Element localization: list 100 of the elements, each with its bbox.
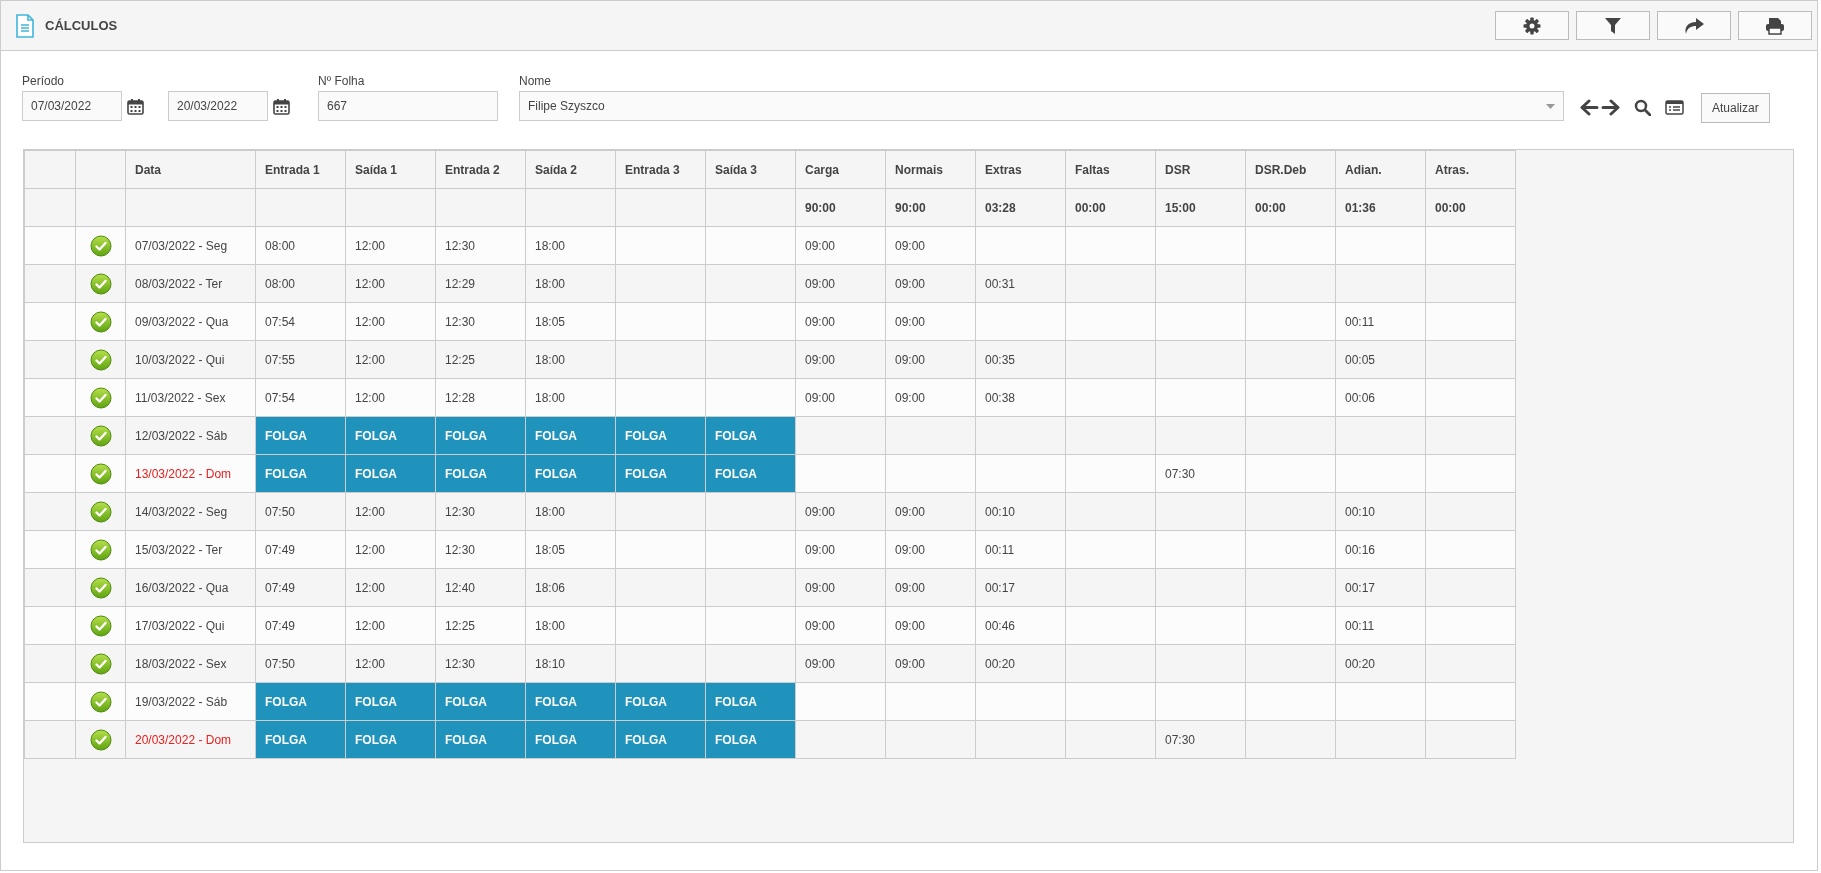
calendar-icon[interactable] bbox=[273, 97, 290, 115]
column-header: Saída 2 bbox=[525, 150, 616, 189]
settings-icon bbox=[1523, 16, 1541, 35]
hours-cell: 09:00 bbox=[885, 226, 976, 265]
total-cell: 90:00 bbox=[885, 188, 976, 227]
column-header: DSR.Deb bbox=[1245, 150, 1336, 189]
hours-cell: 09:00 bbox=[795, 264, 886, 303]
punch-cell: 12:00 bbox=[345, 226, 436, 265]
total-cell: 00:00 bbox=[1425, 188, 1516, 227]
day-off-cell: FOLGA bbox=[615, 454, 706, 493]
date-cell: 15/03/2022 - Ter bbox=[125, 530, 256, 569]
share-button[interactable] bbox=[1657, 11, 1731, 40]
hours-cell: 00:20 bbox=[1335, 644, 1426, 683]
hours-cell: 07:30 bbox=[1155, 454, 1246, 493]
hours-cell: 00:16 bbox=[1335, 530, 1426, 569]
check-circle-icon bbox=[89, 690, 112, 713]
hours-cell: 00:10 bbox=[1335, 492, 1426, 531]
check-circle-icon bbox=[89, 386, 112, 409]
start-date-field[interactable]: 07/03/2022 bbox=[22, 91, 122, 121]
punch-cell: 08:00 bbox=[255, 226, 346, 265]
day-off-cell: FOLGA bbox=[525, 720, 616, 759]
filter-icon bbox=[1604, 16, 1622, 35]
punch-cell: 12:30 bbox=[435, 492, 526, 531]
punch-cell: 18:00 bbox=[525, 226, 616, 265]
day-off-cell: FOLGA bbox=[435, 416, 526, 455]
punch-cell: 12:00 bbox=[345, 378, 436, 417]
date-cell: 14/03/2022 - Seg bbox=[125, 492, 256, 531]
filter-button[interactable] bbox=[1576, 11, 1650, 40]
column-header: Normais bbox=[885, 150, 976, 189]
date-cell: 11/03/2022 - Sex bbox=[125, 378, 256, 417]
punch-cell: 12:29 bbox=[435, 264, 526, 303]
hours-cell: 09:00 bbox=[885, 340, 976, 379]
punch-cell: 18:00 bbox=[525, 340, 616, 379]
hours-cell: 09:00 bbox=[795, 530, 886, 569]
hours-cell: 09:00 bbox=[795, 568, 886, 607]
day-off-cell: FOLGA bbox=[435, 682, 526, 721]
day-off-cell: FOLGA bbox=[705, 720, 796, 759]
day-off-cell: FOLGA bbox=[255, 454, 346, 493]
page-title: CÁLCULOS bbox=[45, 18, 119, 33]
hours-cell: 09:00 bbox=[885, 644, 976, 683]
hours-cell: 09:00 bbox=[795, 226, 886, 265]
punch-cell: 07:50 bbox=[255, 644, 346, 683]
total-cell: 90:00 bbox=[795, 188, 886, 227]
total-cell: 01:36 bbox=[1335, 188, 1426, 227]
hours-cell: 00:10 bbox=[975, 492, 1066, 531]
hours-cell: 00:35 bbox=[975, 340, 1066, 379]
punch-cell: 12:30 bbox=[435, 226, 526, 265]
hours-cell: 00:17 bbox=[975, 568, 1066, 607]
hours-cell: 09:00 bbox=[885, 302, 976, 341]
check-circle-icon bbox=[89, 272, 112, 295]
day-off-cell: FOLGA bbox=[615, 682, 706, 721]
refresh-button[interactable]: Atualizar bbox=[1701, 92, 1770, 123]
print-button[interactable] bbox=[1738, 11, 1812, 40]
hours-cell: 07:30 bbox=[1155, 720, 1246, 759]
date-cell: 19/03/2022 - Sáb bbox=[125, 682, 256, 721]
sheet-number-field[interactable]: 667 bbox=[318, 91, 498, 121]
punch-cell: 12:30 bbox=[435, 302, 526, 341]
punch-cell: 12:00 bbox=[345, 530, 436, 569]
calendar-icon[interactable] bbox=[127, 97, 144, 115]
hours-cell: 00:11 bbox=[1335, 302, 1426, 341]
left-right-arrows-icon[interactable] bbox=[1580, 99, 1620, 116]
check-circle-icon bbox=[89, 728, 112, 751]
day-off-cell: FOLGA bbox=[615, 720, 706, 759]
check-circle-icon bbox=[89, 462, 112, 485]
punch-cell: 08:00 bbox=[255, 264, 346, 303]
hours-cell: 09:00 bbox=[885, 264, 976, 303]
total-cell: 00:00 bbox=[1245, 188, 1336, 227]
day-off-cell: FOLGA bbox=[345, 454, 436, 493]
date-cell: 08/03/2022 - Ter bbox=[125, 264, 256, 303]
punch-cell: 18:06 bbox=[525, 568, 616, 607]
day-off-cell: FOLGA bbox=[615, 416, 706, 455]
day-off-cell: FOLGA bbox=[705, 454, 796, 493]
date-cell: 16/03/2022 - Qua bbox=[125, 568, 256, 607]
end-date-field[interactable]: 20/03/2022 bbox=[168, 91, 268, 121]
punch-cell: 07:54 bbox=[255, 378, 346, 417]
share-arrow-icon bbox=[1683, 16, 1705, 35]
hours-cell: 00:17 bbox=[1335, 568, 1426, 607]
check-circle-icon bbox=[89, 538, 112, 561]
hours-cell: 00:46 bbox=[975, 606, 1066, 645]
column-header: Extras bbox=[975, 150, 1066, 189]
name-dropdown[interactable]: Filipe Szyszco bbox=[519, 91, 1564, 121]
hours-cell: 09:00 bbox=[795, 302, 886, 341]
hours-cell: 09:00 bbox=[795, 492, 886, 531]
punch-cell: 12:30 bbox=[435, 644, 526, 683]
day-off-cell: FOLGA bbox=[345, 416, 436, 455]
punch-cell: 12:40 bbox=[435, 568, 526, 607]
column-header: DSR bbox=[1155, 150, 1246, 189]
punch-cell: 07:49 bbox=[255, 568, 346, 607]
dropdown-caret-icon bbox=[1546, 103, 1555, 109]
list-view-icon[interactable] bbox=[1665, 100, 1684, 115]
day-off-cell: FOLGA bbox=[435, 454, 526, 493]
punch-cell: 18:00 bbox=[525, 606, 616, 645]
check-circle-icon bbox=[89, 348, 112, 371]
day-off-cell: FOLGA bbox=[705, 682, 796, 721]
check-circle-icon bbox=[89, 424, 112, 447]
search-icon[interactable] bbox=[1634, 99, 1651, 116]
hours-cell: 00:05 bbox=[1335, 340, 1426, 379]
punch-cell: 12:00 bbox=[345, 492, 436, 531]
punch-cell: 12:25 bbox=[435, 606, 526, 645]
settings-button[interactable] bbox=[1495, 11, 1569, 40]
